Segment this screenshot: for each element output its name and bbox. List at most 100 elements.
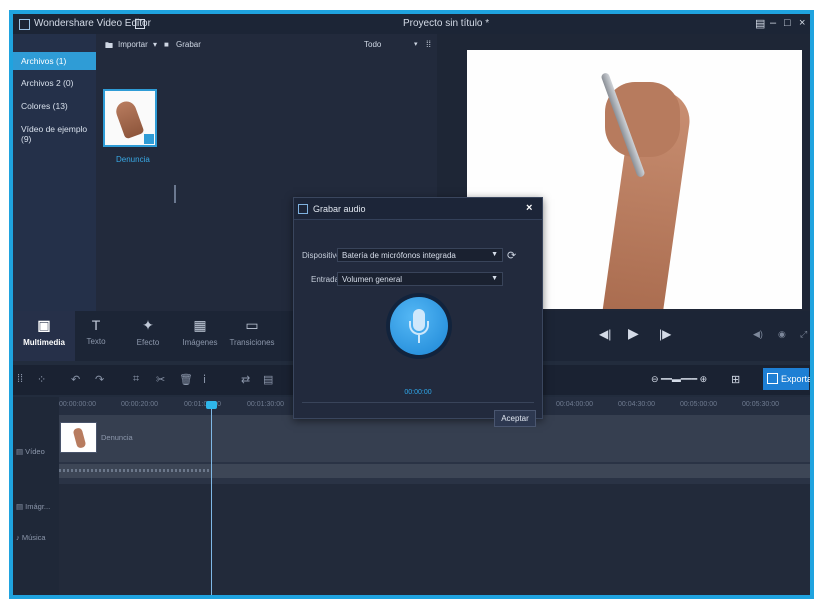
device-value: Batería de micrófonos integrada — [342, 251, 456, 260]
record-audio-dialog: Grabar audio × Dispositivo: Batería de m… — [293, 197, 543, 427]
tab-multimedia[interactable]: ▣ Multimedia — [19, 317, 69, 347]
tab-label: Texto — [86, 337, 106, 346]
app-logo-icon — [298, 204, 308, 214]
playhead-line[interactable] — [211, 403, 212, 595]
play-icon[interactable]: ▶ — [628, 325, 639, 342]
library-sidebar: Archivos (1) Archivos 2 (0) Colores (13)… — [13, 34, 96, 328]
info-icon[interactable]: ⅰ — [203, 373, 206, 386]
text-icon: T — [91, 317, 101, 333]
track-manager-icon[interactable]: ⁞⁞ — [17, 373, 23, 385]
video-editor-window: Wondershare Video Editor Proyecto sin tí… — [13, 14, 810, 595]
volume-icon[interactable]: ◀) — [753, 329, 763, 340]
record-microphone-button[interactable] — [390, 297, 448, 355]
effect-icon: ✦ — [142, 317, 154, 333]
dialog-title: Grabar audio — [313, 204, 366, 214]
sidebar-item-video-ejemplo[interactable]: Vídeo de ejemplo (9) — [13, 120, 96, 144]
tab-label: Imágenes — [182, 338, 218, 347]
save-icon[interactable] — [135, 19, 145, 29]
next-frame-icon[interactable]: |▶ — [659, 327, 671, 341]
microphone-foot — [418, 335, 420, 343]
export-icon — [767, 373, 778, 384]
clip-label: Denuncia — [101, 433, 133, 442]
video-track-icon: ▤ — [16, 447, 26, 456]
redo-icon[interactable]: ↷ — [95, 373, 104, 386]
import-dropdown-icon[interactable]: ▾ — [153, 40, 157, 49]
sidebar-item-colores[interactable]: Colores (13) — [13, 97, 96, 115]
video-track[interactable] — [59, 415, 810, 462]
record-icon[interactable]: ■ — [164, 40, 169, 49]
library-toolbar: 🖿 Importar ▾ ■ Grabar Todo ▾ ⁞⁞ — [96, 34, 437, 56]
close-icon[interactable]: × — [799, 17, 805, 29]
track-header-column — [13, 397, 59, 595]
input-select[interactable]: Volumen general ▼ — [337, 272, 503, 286]
ruler-tick: 00:00:00:00 — [59, 401, 96, 408]
hand-image — [113, 98, 145, 140]
fit-timeline-icon[interactable]: ⊞ — [731, 373, 740, 386]
audio-mix-icon[interactable]: ▤ — [263, 373, 273, 386]
media-thumbnail[interactable] — [103, 89, 157, 147]
image-music-tracks[interactable] — [59, 484, 810, 595]
import-icon[interactable]: 🖿 — [105, 40, 113, 54]
track-label-text: Música — [21, 533, 46, 542]
input-value: Volumen general — [342, 275, 403, 284]
tab-efecto[interactable]: ✦ Efecto — [123, 317, 173, 347]
media-icon: ▣ — [37, 317, 51, 333]
tab-imagenes[interactable]: ▦ Imágenes — [175, 317, 225, 347]
ruler-tick: 00:01:30:00 — [247, 401, 284, 408]
divider — [302, 402, 534, 403]
minimize-icon[interactable]: – — [770, 17, 776, 29]
record-button[interactable]: Grabar — [176, 40, 201, 49]
waveform — [59, 469, 209, 472]
chevron-down-icon: ▼ — [491, 275, 498, 282]
delete-icon[interactable]: 🗑 — [179, 373, 193, 386]
tab-label: Efecto — [136, 338, 160, 347]
sidebar-item-archivos-2[interactable]: Archivos 2 (0) — [13, 74, 96, 92]
sidebar-item-archivos-1[interactable]: Archivos (1) — [13, 52, 96, 70]
tab-transiciones[interactable]: ▭ Transiciones — [227, 317, 277, 347]
refresh-icon[interactable]: ⟳ — [507, 249, 516, 262]
crop-icon[interactable]: ⌗ — [133, 373, 139, 386]
track-label-text: Imágr... — [25, 502, 51, 511]
transitions-icon: ▭ — [245, 317, 259, 333]
ruler-tick: 00:04:30:00 — [618, 401, 655, 408]
grid-icon[interactable]: ⁘ — [37, 373, 46, 386]
project-title: Proyecto sin título * — [403, 18, 490, 29]
app-title: Wondershare Video Editor — [34, 18, 151, 29]
device-select[interactable]: Batería de micrófonos integrada ▼ — [337, 248, 503, 262]
chevron-down-icon: ▼ — [491, 251, 498, 258]
track-label-music: ♪ Música — [16, 533, 46, 542]
zoom-slider[interactable]: ⊖ ━━▬━━━ ⊕ — [651, 374, 707, 385]
media-badge-icon — [144, 134, 154, 144]
close-icon[interactable]: × — [526, 202, 532, 214]
tab-texto[interactable]: T Texto — [71, 317, 121, 346]
view-grid-icon[interactable]: ⁞⁞ — [426, 39, 431, 49]
audio-waveform-strip[interactable] — [59, 464, 810, 478]
previous-frame-icon[interactable]: ◀| — [599, 327, 611, 341]
export-label: Exportar — [781, 374, 810, 384]
snapshot-icon[interactable]: ◉ — [778, 329, 786, 340]
image-track-icon: ▤ — [16, 502, 26, 511]
dialog-title-bar: Grabar audio × — [294, 198, 542, 220]
tab-label: Transiciones — [229, 338, 275, 347]
track-label-video: ▤ Vídeo — [16, 447, 45, 456]
timeline-clip[interactable] — [60, 422, 97, 453]
filter-select[interactable]: Todo — [364, 40, 381, 49]
speed-icon[interactable]: ⇄ — [241, 373, 250, 386]
track-label-text: Vídeo — [25, 447, 45, 456]
split-icon[interactable]: ✂ — [156, 373, 165, 386]
ruler-tick: 00:00:20:00 — [121, 401, 158, 408]
export-button[interactable]: Exportar — [763, 368, 810, 390]
import-button[interactable]: Importar — [118, 40, 148, 49]
undo-icon[interactable]: ↶ — [71, 373, 80, 386]
fullscreen-icon[interactable]: ⤢ — [800, 329, 807, 340]
filter-dropdown-icon[interactable]: ▾ — [414, 40, 418, 48]
ruler-tick: 00:05:00:00 — [680, 401, 717, 408]
restore-icon[interactable]: ▤ — [755, 17, 765, 30]
app-logo-icon — [19, 19, 30, 30]
title-bar: Wondershare Video Editor Proyecto sin tí… — [13, 14, 810, 34]
accept-button[interactable]: Aceptar — [494, 410, 536, 427]
maximize-icon[interactable]: □ — [784, 17, 791, 29]
tab-label: Multimedia — [23, 338, 65, 347]
panel-resize-handle[interactable] — [174, 185, 176, 203]
playhead-handle[interactable] — [206, 401, 217, 409]
